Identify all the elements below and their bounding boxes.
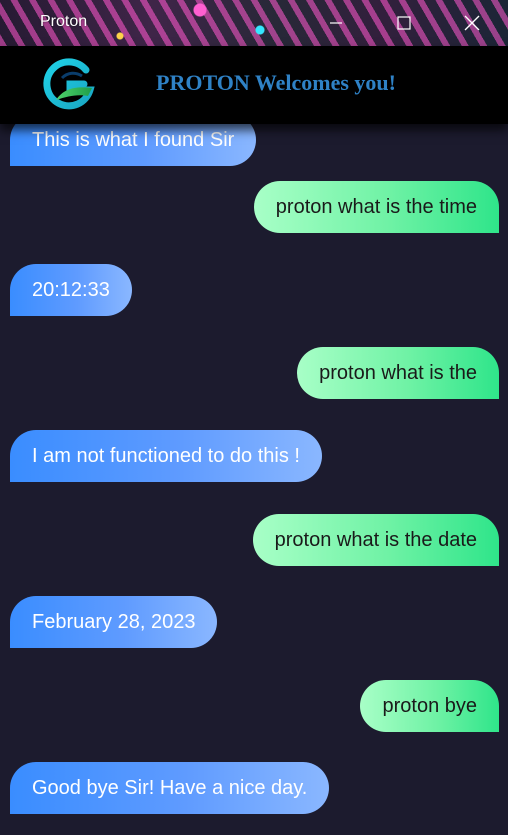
maximize-icon xyxy=(397,16,411,30)
bot-message: February 28, 2023 xyxy=(10,596,218,648)
title-bar[interactable]: Proton xyxy=(0,0,508,46)
bot-message: This is what I found Sir xyxy=(10,124,257,166)
welcome-heading: PROTON Welcomes you! xyxy=(156,70,396,95)
minimize-button[interactable] xyxy=(302,0,370,46)
minimize-icon xyxy=(330,22,342,24)
chat-area[interactable]: This is what I found Sir proton what is … xyxy=(0,124,508,835)
maximize-button[interactable] xyxy=(370,0,438,46)
user-message: proton what is the date xyxy=(252,514,499,566)
close-button[interactable] xyxy=(438,0,506,46)
app-header: PROTON Welcomes you! xyxy=(0,46,508,124)
user-message: proton what is the time xyxy=(253,181,499,233)
bot-message: I am not functioned to do this ! xyxy=(10,430,322,482)
user-message: proton what is the xyxy=(297,347,499,399)
close-icon xyxy=(464,15,480,31)
proton-g-logo-icon xyxy=(43,58,95,110)
window-title: Proton xyxy=(40,13,88,30)
bot-message: 20:12:33 xyxy=(10,264,132,316)
bot-message: Good bye Sir! Have a nice day. xyxy=(10,762,330,814)
user-message: proton bye xyxy=(360,680,499,732)
app-window: Proton PROTON Welcomes you! This is what… xyxy=(0,0,508,835)
